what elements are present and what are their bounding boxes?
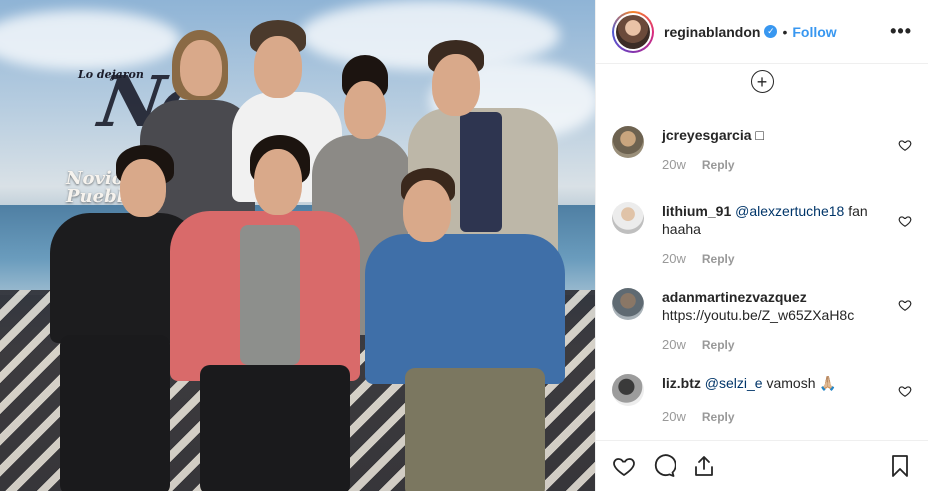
comment-username[interactable]: liz.btz xyxy=(662,375,701,391)
header-separator: • xyxy=(782,23,788,40)
reply-button[interactable]: Reply xyxy=(702,250,735,268)
reply-button[interactable]: Reply xyxy=(702,336,735,354)
comment-username[interactable]: adanmartinezvazquez xyxy=(662,289,807,305)
comment-time[interactable]: 20w xyxy=(662,156,686,174)
heart-icon[interactable] xyxy=(898,298,912,312)
post-photo[interactable]: Lo dejaron No Novio Pueblo xyxy=(0,0,595,491)
verified-badge-icon: ✓ xyxy=(764,25,778,38)
comment-time[interactable]: 20w xyxy=(662,250,686,268)
commenter-avatar[interactable] xyxy=(612,288,644,320)
comment-item: adanmartinezvazquez https://youtu.be/Z_w… xyxy=(612,268,912,354)
reply-button[interactable]: Reply xyxy=(702,408,735,426)
comment-time[interactable]: 20w xyxy=(662,408,686,426)
commenter-avatar[interactable] xyxy=(612,374,644,406)
bookmark-icon[interactable] xyxy=(888,454,912,478)
comment-item: lithium_91 @alexzertuche18 fan haaha 20w… xyxy=(612,174,912,268)
follow-button[interactable]: Follow xyxy=(792,24,836,40)
comment-text: vamosh 🙏🏼 xyxy=(762,375,837,391)
comment-item: jcreyesgarcia □ 20w Reply xyxy=(612,108,912,174)
comment-item: liz.btz @selzi_e vamosh 🙏🏼 20w Reply xyxy=(612,354,912,426)
post-actions-bar xyxy=(596,440,928,491)
post-side-panel: reginablandon ✓ • Follow ••• + jcreyesga… xyxy=(595,0,928,491)
heart-icon[interactable] xyxy=(612,454,636,478)
comment-time[interactable]: 20w xyxy=(662,336,686,354)
post-header: reginablandon ✓ • Follow ••• xyxy=(596,0,928,64)
author-avatar-image xyxy=(616,14,650,49)
commenter-avatar[interactable] xyxy=(612,126,644,158)
comment-icon[interactable] xyxy=(652,454,676,478)
comment-text: □ xyxy=(751,127,764,143)
comments-list[interactable]: + jcreyesgarcia □ 20w Reply lithium_91 @… xyxy=(596,64,928,440)
heart-icon[interactable] xyxy=(898,138,912,152)
heart-icon[interactable] xyxy=(898,384,912,398)
commenter-avatar[interactable] xyxy=(612,202,644,234)
comment-username[interactable]: lithium_91 xyxy=(662,203,731,219)
more-options-icon[interactable]: ••• xyxy=(890,21,912,42)
plus-circle-icon[interactable]: + xyxy=(750,70,774,93)
comment-mention-link[interactable]: @alexzertuche18 xyxy=(735,203,844,219)
comment-mention-link[interactable]: @selzi_e xyxy=(705,375,763,391)
comment-text[interactable]: https://youtu.be/Z_w65ZXaH8c xyxy=(662,307,854,323)
share-icon[interactable] xyxy=(692,454,716,478)
load-more-comments: + xyxy=(612,64,912,108)
author-avatar[interactable] xyxy=(612,10,654,53)
comment-username[interactable]: jcreyesgarcia xyxy=(662,127,752,143)
reply-button[interactable]: Reply xyxy=(702,156,735,174)
author-username[interactable]: reginablandon xyxy=(664,24,760,40)
heart-icon[interactable] xyxy=(898,214,912,228)
